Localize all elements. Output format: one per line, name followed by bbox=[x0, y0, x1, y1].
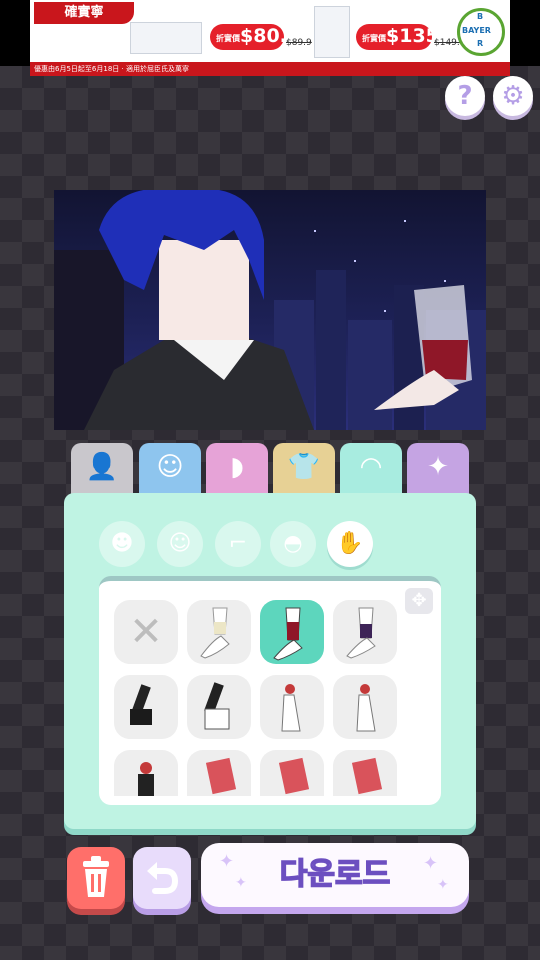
item-none[interactable]: ✕ bbox=[114, 600, 178, 664]
download-button[interactable]: ✦ ✦ ✦ ✦ 다운로드 bbox=[201, 843, 469, 907]
item-hand-pills[interactable] bbox=[260, 675, 324, 739]
ad-fine-print: 優惠由6月5日起至6月18日 · 適用於屈臣氏及萬寧 bbox=[34, 65, 189, 73]
subcat-sticker[interactable]: ☻ bbox=[99, 521, 145, 567]
item-red-card-2[interactable] bbox=[260, 750, 324, 796]
red-card-icon bbox=[278, 757, 310, 795]
item-pistol-hand[interactable] bbox=[187, 675, 251, 739]
item-red-card-3[interactable] bbox=[333, 750, 397, 796]
pistol-icon bbox=[130, 684, 152, 725]
ad-product-bottle bbox=[314, 6, 350, 58]
red-card-icon bbox=[351, 757, 383, 795]
figure-icon bbox=[138, 762, 154, 796]
close-icon: ✕ bbox=[129, 609, 163, 655]
ad-price-pill-2: 折實價 $135.9 bbox=[356, 24, 459, 50]
body-icon: 👤 bbox=[85, 452, 119, 482]
bayer-logo: B BAYER R bbox=[457, 8, 505, 56]
subcat-hand[interactable]: ✋ bbox=[327, 521, 373, 567]
hair-icon: ◗ bbox=[230, 452, 244, 482]
ad-price-label: 折實價 bbox=[362, 34, 386, 43]
item-red-wine[interactable] bbox=[260, 600, 324, 664]
question-icon: ? bbox=[457, 81, 473, 111]
hand-pills-icon bbox=[281, 684, 301, 732]
sparkle-icon: ✦ bbox=[427, 452, 449, 482]
item-purple-wine[interactable] bbox=[333, 600, 397, 664]
subcat-mask[interactable]: ☺ bbox=[157, 521, 203, 567]
delete-button[interactable] bbox=[67, 847, 125, 909]
ad-product-box bbox=[130, 22, 202, 54]
bayer-letter: R bbox=[477, 39, 484, 48]
tab-hair[interactable]: ◗ bbox=[206, 443, 268, 495]
character-preview bbox=[54, 190, 486, 430]
cap-icon: ◠ bbox=[359, 452, 383, 482]
tab-body[interactable]: 👤 bbox=[71, 443, 133, 495]
ad-brand: 確實寧 bbox=[34, 2, 134, 24]
white-wine-glass-icon bbox=[200, 607, 230, 659]
item-white-wine[interactable] bbox=[187, 600, 251, 664]
subcat-hat[interactable]: ◓ bbox=[270, 521, 316, 567]
bayer-word: BAYER bbox=[462, 26, 491, 35]
undo-button[interactable] bbox=[133, 847, 191, 909]
item-red-card[interactable] bbox=[187, 750, 251, 796]
character-figure bbox=[84, 190, 472, 430]
tab-effects[interactable]: ✦ bbox=[407, 443, 469, 495]
bayer-letter: B bbox=[477, 12, 484, 21]
mask-icon: ☺ bbox=[168, 531, 192, 556]
download-label: 다운로드 bbox=[279, 856, 391, 893]
ad-old-price: $89.9 bbox=[286, 38, 312, 48]
tab-accessories[interactable]: ◠ bbox=[340, 443, 402, 499]
subcat-glasses[interactable]: ⌐ bbox=[215, 521, 261, 567]
sunglasses-icon: ⌐ bbox=[228, 531, 248, 556]
help-button[interactable]: ? bbox=[445, 76, 485, 116]
move-icon[interactable]: ✥ bbox=[405, 588, 433, 614]
tab-face[interactable]: ☺ bbox=[139, 443, 201, 495]
sticker-face-icon: ☻ bbox=[110, 531, 134, 556]
trash-icon bbox=[83, 856, 109, 897]
cap-icon: ◓ bbox=[283, 531, 303, 556]
face-icon: ☺ bbox=[156, 452, 184, 482]
settings-button[interactable]: ⚙ bbox=[493, 76, 533, 116]
item-figure[interactable] bbox=[114, 750, 178, 796]
hand-pill-icon bbox=[356, 684, 376, 732]
undo-icon bbox=[147, 862, 179, 894]
ad-price-pill-1: 折實價 $80.9 bbox=[210, 24, 300, 50]
tab-clothes[interactable]: 👕 bbox=[273, 443, 335, 495]
gear-icon: ⚙ bbox=[501, 81, 525, 111]
ad-banner[interactable]: 確實寧 折實價 $80.9 $89.9 折實價 $135.9 $149.9 B … bbox=[30, 0, 510, 76]
item-pistol[interactable] bbox=[114, 675, 178, 739]
red-wine-glass-icon bbox=[273, 607, 303, 661]
ad-price-label: 折實價 bbox=[216, 34, 240, 43]
pistol-hand-icon bbox=[204, 682, 230, 730]
purple-wine-glass-icon bbox=[346, 607, 376, 659]
item-hand-pill[interactable] bbox=[333, 675, 397, 739]
hand-icon: ✋ bbox=[336, 531, 364, 556]
red-card-icon bbox=[205, 757, 237, 795]
clothes-icon: 👕 bbox=[287, 452, 321, 482]
